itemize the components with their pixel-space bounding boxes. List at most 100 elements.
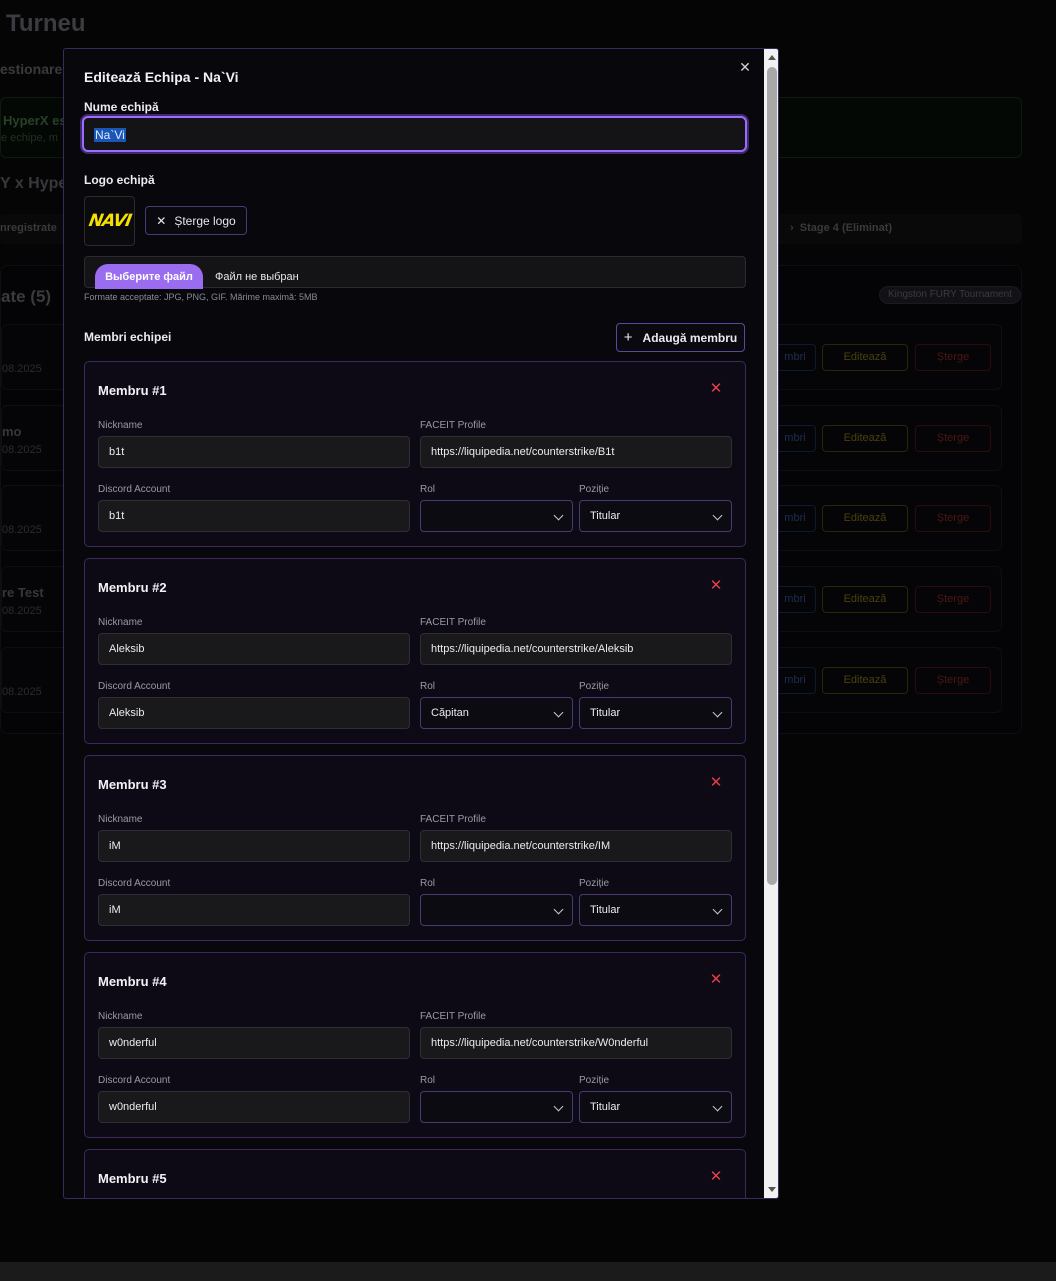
nickname-label: Nickname bbox=[98, 1011, 143, 1022]
tab-registered[interactable]: nregistrate bbox=[0, 222, 57, 234]
team-date: 08.2025 bbox=[2, 686, 42, 698]
edit-button[interactable]: Editează bbox=[822, 667, 908, 694]
discord-label: Discord Account bbox=[98, 1075, 171, 1086]
position-select[interactable]: Titular bbox=[579, 894, 732, 926]
role-select[interactable] bbox=[420, 1091, 573, 1123]
remove-member-icon[interactable]: ✕ bbox=[709, 381, 723, 397]
nickname-input[interactable]: iM bbox=[98, 830, 410, 862]
notice-text: e echipe, m bbox=[1, 132, 58, 144]
add-member-button[interactable]: + Adaugă membru bbox=[616, 323, 745, 352]
position-label: Poziție bbox=[579, 484, 610, 495]
remove-member-icon[interactable]: ✕ bbox=[709, 578, 723, 594]
edit-button[interactable]: Editează bbox=[822, 344, 908, 371]
choose-file-button[interactable]: Выберите файл bbox=[95, 264, 203, 289]
member-card: Membru #3 ✕ Nickname FACEIT Profile iM h… bbox=[84, 755, 746, 941]
edit-team-modal: Editează Echipa - Na`Vi ✕ Nume echipă Na… bbox=[63, 48, 779, 1199]
member-title: Membru #2 bbox=[98, 580, 167, 595]
chevron-down-icon bbox=[553, 1101, 564, 1112]
nickname-input[interactable]: Aleksib bbox=[98, 633, 410, 665]
chevron-down-icon bbox=[553, 904, 564, 915]
remove-member-icon[interactable]: ✕ bbox=[709, 972, 723, 988]
chevron-down-icon bbox=[553, 707, 564, 718]
role-label: Rol bbox=[420, 1075, 436, 1086]
position-value: Titular bbox=[590, 510, 621, 522]
members-button[interactable]: mbri bbox=[774, 667, 816, 694]
members-button[interactable]: mbri bbox=[774, 425, 816, 452]
discord-label: Discord Account bbox=[98, 681, 171, 692]
delete-logo-button[interactable]: ✕ Șterge logo bbox=[145, 206, 247, 235]
member-title: Membru #1 bbox=[98, 383, 167, 398]
faceit-label: FACEIT Profile bbox=[420, 814, 486, 825]
delete-button[interactable]: Șterge bbox=[915, 344, 991, 371]
members-label: Membri echipei bbox=[84, 330, 172, 344]
file-status: Файл не выбран bbox=[215, 271, 299, 283]
faceit-input[interactable]: https://liquipedia.net/counterstrike/B1t bbox=[420, 436, 732, 468]
modal-title: Editează Echipa - Na`Vi bbox=[84, 69, 239, 85]
team-name-label: Nume echipă bbox=[84, 100, 159, 114]
scroll-down-icon[interactable] bbox=[768, 1187, 776, 1192]
delete-button[interactable]: Șterge bbox=[915, 667, 991, 694]
member-card: Membru #4 ✕ Nickname FACEIT Profile w0nd… bbox=[84, 952, 746, 1138]
team-name-value: Na`Vi bbox=[94, 128, 126, 142]
edit-button[interactable]: Editează bbox=[822, 425, 908, 452]
discord-input[interactable]: w0nderful bbox=[98, 1091, 410, 1123]
plus-icon: + bbox=[623, 329, 633, 346]
faceit-input[interactable]: https://liquipedia.net/counterstrike/W0n… bbox=[420, 1027, 732, 1059]
nickname-label: Nickname bbox=[98, 814, 143, 825]
position-value: Titular bbox=[590, 1101, 621, 1113]
team-name-input[interactable]: Na`Vi bbox=[82, 116, 747, 152]
team-date: 08.2025 bbox=[2, 444, 42, 456]
scrollbar-thumb[interactable] bbox=[767, 67, 777, 885]
delete-button[interactable]: Șterge bbox=[915, 425, 991, 452]
tab-stage4-label: Stage 4 (Eliminat) bbox=[799, 222, 893, 234]
nickname-input[interactable]: w0nderful bbox=[98, 1027, 410, 1059]
position-select[interactable]: Titular bbox=[579, 1091, 732, 1123]
faceit-input[interactable]: https://liquipedia.net/counterstrike/Ale… bbox=[420, 633, 732, 665]
members-button[interactable]: mbri bbox=[774, 505, 816, 532]
delete-button[interactable]: Șterge bbox=[915, 586, 991, 613]
close-icon: ✕ bbox=[156, 213, 167, 228]
position-select[interactable]: Titular bbox=[579, 697, 732, 729]
faceit-label: FACEIT Profile bbox=[420, 420, 486, 431]
delete-button[interactable]: Șterge bbox=[915, 505, 991, 532]
panel-title: ate (5) bbox=[1, 287, 52, 306]
discord-input[interactable]: iM bbox=[98, 894, 410, 926]
member-card: Membru #1 ✕ Nickname FACEIT Profile b1t … bbox=[84, 361, 746, 547]
tab-stage4[interactable]: › Stage 4 (Eliminat) bbox=[790, 222, 892, 234]
discord-input[interactable]: b1t bbox=[98, 500, 410, 532]
nickname-label: Nickname bbox=[98, 617, 143, 628]
discord-label: Discord Account bbox=[98, 484, 171, 495]
members-button[interactable]: mbri bbox=[774, 344, 816, 371]
edit-button[interactable]: Editează bbox=[822, 586, 908, 613]
role-select[interactable] bbox=[420, 894, 573, 926]
team-date: 08.2025 bbox=[2, 363, 42, 375]
faceit-input[interactable]: https://liquipedia.net/counterstrike/IM bbox=[420, 830, 732, 862]
member-card: Membru #2 ✕ Nickname FACEIT Profile Alek… bbox=[84, 558, 746, 744]
faceit-label: FACEIT Profile bbox=[420, 617, 486, 628]
remove-member-icon[interactable]: ✕ bbox=[709, 775, 723, 791]
discord-input[interactable]: Aleksib bbox=[98, 697, 410, 729]
file-input[interactable]: Выберите файл Файл не выбран bbox=[84, 256, 746, 289]
scroll-up-icon[interactable] bbox=[768, 55, 776, 60]
modal-scrollbar[interactable] bbox=[764, 49, 778, 1198]
delete-logo-label: Șterge logo bbox=[174, 213, 236, 228]
role-select[interactable] bbox=[420, 500, 573, 532]
chevron-down-icon bbox=[712, 707, 723, 718]
nickname-input[interactable]: b1t bbox=[98, 436, 410, 468]
discord-label: Discord Account bbox=[98, 878, 171, 889]
position-value: Titular bbox=[590, 904, 621, 916]
close-icon[interactable]: ✕ bbox=[738, 60, 752, 74]
position-label: Poziție bbox=[579, 1075, 610, 1086]
member-title: Membru #3 bbox=[98, 777, 167, 792]
chevron-down-icon bbox=[712, 904, 723, 915]
notice-title: HyperX es bbox=[3, 113, 67, 128]
team-name: mo bbox=[2, 424, 22, 439]
edit-button[interactable]: Editează bbox=[822, 505, 908, 532]
chevron-down-icon bbox=[553, 510, 564, 521]
members-button[interactable]: mbri bbox=[774, 586, 816, 613]
position-select[interactable]: Titular bbox=[579, 500, 732, 532]
role-select[interactable]: Căpitan bbox=[420, 697, 573, 729]
remove-member-icon[interactable]: ✕ bbox=[709, 1169, 723, 1185]
file-hint: Formate acceptate: JPG, PNG, GIF. Mărime… bbox=[84, 292, 318, 302]
page-title: Turneu bbox=[6, 10, 86, 37]
